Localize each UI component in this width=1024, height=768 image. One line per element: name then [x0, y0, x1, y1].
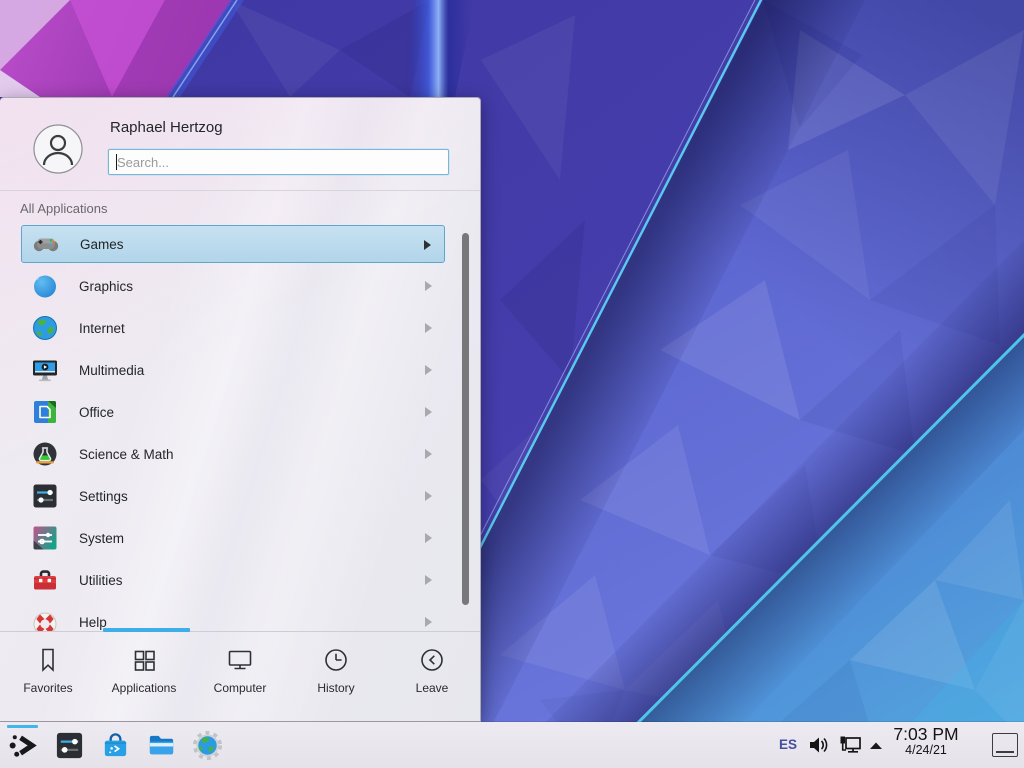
graphics-icon: [31, 272, 59, 300]
category-label: Internet: [79, 321, 125, 336]
category-label: System: [79, 531, 124, 546]
submenu-arrow-icon: [425, 575, 432, 585]
category-graphics[interactable]: Graphics: [21, 267, 445, 305]
submenu-arrow-icon: [425, 491, 432, 501]
tab-label: Applications: [112, 681, 177, 695]
tab-history[interactable]: History: [288, 632, 384, 723]
network-icon[interactable]: [838, 734, 864, 756]
tab-label: Computer: [214, 681, 267, 695]
category-label: Multimedia: [79, 363, 144, 378]
header-separator: [0, 190, 480, 191]
science-icon: [31, 440, 59, 468]
leave-icon: [417, 645, 447, 675]
file-manager-icon[interactable]: [146, 730, 177, 761]
help-icon: [31, 608, 59, 631]
category-label: Settings: [79, 489, 128, 504]
user-avatar[interactable]: [33, 124, 83, 174]
submenu-arrow-icon: [425, 365, 432, 375]
desktop: Raphael Hertzog All Applications Games: [0, 0, 1024, 768]
submenu-arrow-icon: [425, 281, 432, 291]
submenu-arrow-icon: [425, 449, 432, 459]
discover-icon[interactable]: [100, 730, 131, 761]
scrollbar-thumb[interactable]: [462, 233, 469, 605]
multimedia-icon: [31, 356, 59, 384]
category-label: Games: [80, 237, 124, 252]
category-science-math[interactable]: Science & Math: [21, 435, 445, 473]
category-label: Graphics: [79, 279, 133, 294]
app-grid-icon: [129, 645, 159, 675]
app-launcher-icon[interactable]: [8, 730, 39, 761]
submenu-arrow-icon: [425, 323, 432, 333]
category-label: Utilities: [79, 573, 123, 588]
category-internet[interactable]: Internet: [21, 309, 445, 347]
category-system[interactable]: System: [21, 519, 445, 557]
tab-label: Favorites: [23, 681, 72, 695]
submenu-arrow-icon: [425, 617, 432, 627]
clock-icon: [321, 645, 351, 675]
submenu-arrow-icon: [425, 407, 432, 417]
category-settings[interactable]: Settings: [21, 477, 445, 515]
launcher-active-indicator: [7, 725, 38, 728]
category-utilities[interactable]: Utilities: [21, 561, 445, 599]
tab-computer[interactable]: Computer: [192, 632, 288, 723]
system-icon: [31, 524, 59, 552]
text-caret: [116, 154, 117, 170]
volume-icon[interactable]: [808, 735, 830, 755]
category-office[interactable]: Office: [21, 393, 445, 431]
tab-leave[interactable]: Leave: [384, 632, 480, 723]
tab-favorites[interactable]: Favorites: [0, 632, 96, 723]
show-desktop-button[interactable]: [992, 733, 1018, 757]
clock-date: 4/24/21: [878, 744, 974, 758]
games-icon: [32, 230, 60, 258]
application-launcher-menu: Raphael Hertzog All Applications Games: [0, 97, 481, 722]
monitor-icon: [225, 645, 255, 675]
tab-label: Leave: [416, 681, 449, 695]
category-label: Office: [79, 405, 114, 420]
section-label: All Applications: [20, 201, 107, 216]
utilities-icon: [31, 566, 59, 594]
category-help[interactable]: Help: [21, 603, 445, 631]
bookmark-icon: [33, 645, 63, 675]
web-browser-icon[interactable]: [192, 730, 223, 761]
tab-applications[interactable]: Applications: [96, 632, 192, 723]
category-games[interactable]: Games: [21, 225, 445, 263]
kickoff-tabbar: Favorites Applications Computer: [0, 631, 480, 723]
taskbar-panel: ES 7:03 PM 4/24/21: [0, 722, 1024, 768]
internet-icon: [31, 314, 59, 342]
category-list: Games Graphics: [0, 221, 481, 631]
keyboard-layout-indicator[interactable]: ES: [779, 737, 797, 752]
category-label: Science & Math: [79, 447, 174, 462]
active-tab-indicator: [103, 628, 190, 632]
category-multimedia[interactable]: Multimedia: [21, 351, 445, 389]
clock-widget[interactable]: 7:03 PM 4/24/21: [878, 725, 974, 757]
search-input[interactable]: [108, 149, 449, 175]
office-icon: [31, 398, 59, 426]
tab-label: History: [317, 681, 354, 695]
system-settings-icon[interactable]: [54, 730, 85, 761]
submenu-arrow-icon: [424, 240, 431, 250]
clock-time: 7:03 PM: [878, 725, 974, 744]
settings-icon: [31, 482, 59, 510]
user-name: Raphael Hertzog: [110, 119, 223, 136]
search-field-wrap: [108, 149, 449, 175]
submenu-arrow-icon: [425, 533, 432, 543]
